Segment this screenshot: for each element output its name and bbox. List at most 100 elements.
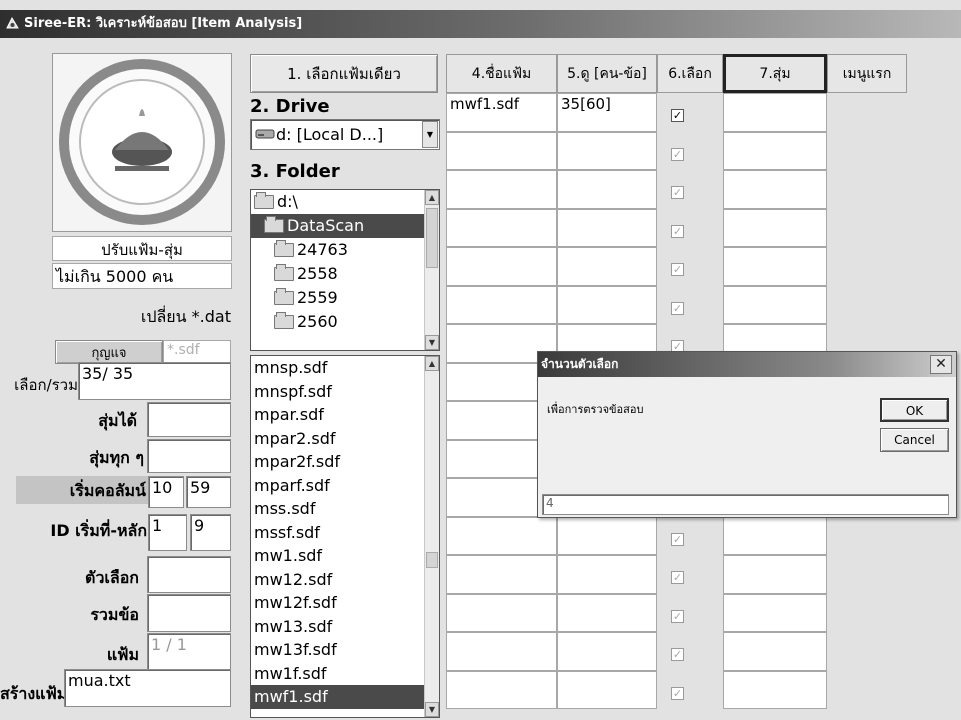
- view-cell[interactable]: [557, 632, 657, 671]
- random-cell[interactable]: [723, 93, 827, 132]
- change-dat-label[interactable]: เปลี่ยน *.dat: [60, 305, 231, 330]
- file-item[interactable]: mparf.sdf: [251, 474, 439, 498]
- select-checkbox[interactable]: ✓: [671, 147, 684, 161]
- file-item[interactable]: mssf.sdf: [251, 521, 439, 545]
- header-main-menu[interactable]: เมนูแรก: [827, 54, 907, 93]
- select-checkbox[interactable]: ✓: [671, 686, 684, 700]
- file-list[interactable]: mnsp.sdf mnspf.sdf mpar.sdf mpar2.sdf mpar2f…: [250, 355, 440, 718]
- id-start-a[interactable]: 1: [148, 514, 187, 551]
- random-cell[interactable]: [723, 247, 827, 286]
- file-item[interactable]: mnspf.sdf: [251, 380, 439, 404]
- folder-item[interactable]: 2559: [251, 286, 439, 310]
- select-checkbox[interactable]: ✓: [671, 224, 684, 238]
- title-bar: Siree-ER: วิเคราะห์ข้อสอบ [Item Analysis…: [0, 10, 961, 38]
- filename-cell[interactable]: [446, 555, 557, 594]
- choose-total-field[interactable]: 35/ 35: [78, 362, 231, 400]
- header-filename[interactable]: 4.ชื่อแฟ้ม: [446, 54, 557, 93]
- file-scrollbar[interactable]: ▲ ▼: [424, 356, 439, 717]
- create-file-field[interactable]: mua.txt: [64, 669, 231, 707]
- scroll-down-icon[interactable]: ▼: [425, 335, 439, 350]
- filename-cell[interactable]: [446, 131, 557, 170]
- file-item[interactable]: mw12.sdf: [251, 568, 439, 592]
- filename-cell[interactable]: [446, 632, 557, 671]
- random-cell[interactable]: [723, 285, 827, 324]
- total-items-field[interactable]: [147, 594, 231, 632]
- select-checkbox[interactable]: ✓: [671, 571, 684, 584]
- scroll-thumb[interactable]: [426, 208, 438, 268]
- drive-dropdown-button[interactable]: ▼: [422, 121, 438, 148]
- view-cell[interactable]: [557, 131, 657, 170]
- folder-item[interactable]: 24763: [251, 238, 439, 262]
- close-icon[interactable]: ✕: [930, 355, 952, 374]
- random-cell[interactable]: [723, 593, 827, 632]
- select-checkbox[interactable]: ✓: [671, 109, 684, 122]
- select-checkbox[interactable]: ✓: [671, 301, 684, 315]
- folder-scrollbar[interactable]: ▲ ▼: [424, 190, 439, 350]
- view-cell[interactable]: [557, 555, 657, 594]
- start-column-b[interactable]: 59: [186, 476, 231, 508]
- ok-button[interactable]: OK: [880, 398, 949, 422]
- random-cell[interactable]: [723, 170, 827, 209]
- file-item[interactable]: mw13f.sdf: [251, 638, 439, 662]
- select-checkbox[interactable]: ✓: [671, 648, 684, 661]
- view-cell[interactable]: [557, 208, 657, 247]
- folder-item[interactable]: 2560: [251, 310, 439, 334]
- header-view[interactable]: 5.ดู [คน-ข้อ]: [557, 54, 657, 93]
- filename-cell[interactable]: [446, 516, 557, 555]
- scroll-up-icon[interactable]: ▲: [425, 356, 439, 371]
- random-every-field[interactable]: [147, 439, 231, 473]
- start-column-a[interactable]: 10: [148, 476, 184, 508]
- random-cell[interactable]: [723, 555, 827, 594]
- random-cell[interactable]: [723, 131, 827, 170]
- filename-cell[interactable]: [446, 285, 557, 324]
- filename-cell[interactable]: [446, 170, 557, 209]
- key-button[interactable]: กุญแจ: [55, 340, 163, 364]
- scroll-up-icon[interactable]: ▲: [425, 190, 439, 205]
- select-checkbox[interactable]: ✓: [671, 609, 684, 623]
- file-item[interactable]: mw1f.sdf: [251, 662, 439, 686]
- scroll-thumb[interactable]: [426, 552, 438, 568]
- drive-select[interactable]: d: [Local D...] ▼: [250, 119, 440, 150]
- select-single-file-button[interactable]: 1. เลือกแฟ้มเดียว: [250, 54, 438, 93]
- scroll-down-icon[interactable]: ▼: [425, 702, 439, 717]
- folder-list[interactable]: d:\ DataScan 24763 2558 2559 2560 ▲ ▼: [250, 189, 440, 351]
- view-cell[interactable]: [557, 285, 657, 324]
- folder-item[interactable]: 2558: [251, 262, 439, 286]
- folder-item[interactable]: DataScan: [251, 214, 439, 238]
- view-cell[interactable]: [557, 247, 657, 286]
- header-random[interactable]: 7.สุ่ม: [723, 54, 827, 93]
- options-field[interactable]: [147, 556, 231, 593]
- file-item[interactable]: mwf1.sdf: [251, 685, 439, 709]
- file-item[interactable]: mnsp.sdf: [251, 356, 439, 380]
- file-item[interactable]: mpar2.sdf: [251, 427, 439, 451]
- file-item[interactable]: mw12f.sdf: [251, 591, 439, 615]
- dialog-input[interactable]: 4: [542, 494, 949, 515]
- view-cell[interactable]: 35[60]: [557, 93, 657, 132]
- random-cell[interactable]: [723, 632, 827, 671]
- select-checkbox[interactable]: ✓: [671, 186, 684, 199]
- file-item[interactable]: mpar.sdf: [251, 403, 439, 427]
- folder-item[interactable]: d:\: [251, 190, 439, 214]
- file-item[interactable]: mw1.sdf: [251, 544, 439, 568]
- filename-cell[interactable]: mwf1.sdf: [446, 93, 557, 132]
- view-cell[interactable]: [557, 670, 657, 709]
- filename-cell[interactable]: [446, 247, 557, 286]
- random-cell[interactable]: [723, 208, 827, 247]
- id-start-b[interactable]: 9: [190, 514, 231, 551]
- cancel-button[interactable]: Cancel: [880, 428, 949, 452]
- random-cell[interactable]: [723, 670, 827, 709]
- file-item[interactable]: mpar2f.sdf: [251, 450, 439, 474]
- filename-cell[interactable]: [446, 208, 557, 247]
- random-cell[interactable]: [723, 516, 827, 555]
- file-item[interactable]: mss.sdf: [251, 497, 439, 521]
- select-checkbox[interactable]: ✓: [671, 263, 684, 276]
- filename-cell[interactable]: [446, 670, 557, 709]
- select-checkbox[interactable]: ✓: [671, 532, 684, 546]
- header-select[interactable]: 6.เลือก: [657, 54, 723, 93]
- random-got-field[interactable]: [147, 402, 231, 437]
- view-cell[interactable]: [557, 516, 657, 555]
- view-cell[interactable]: [557, 170, 657, 209]
- view-cell[interactable]: [557, 593, 657, 632]
- filename-cell[interactable]: [446, 593, 557, 632]
- file-item[interactable]: mw13.sdf: [251, 615, 439, 639]
